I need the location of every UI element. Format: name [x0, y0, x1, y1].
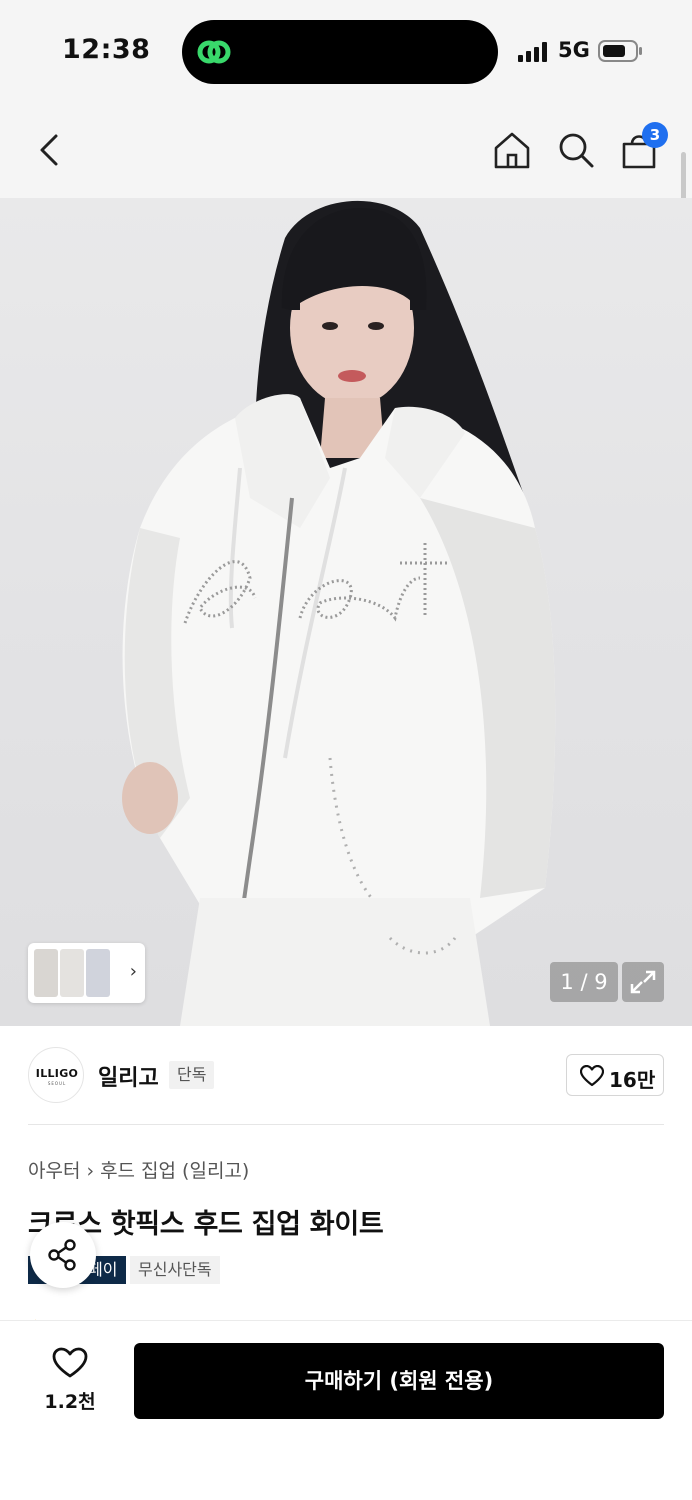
image-counter: 1 / 9 [550, 962, 618, 1002]
status-bar: 12:38 5G [0, 0, 692, 100]
musinsa-exclusive-tag: 무신사단독 [130, 1256, 220, 1284]
thumbnail-next-icon[interactable]: › [130, 961, 137, 982]
product-image-gallery[interactable]: › 1 / 9 [0, 198, 692, 1026]
heart-icon [580, 1065, 604, 1087]
thumbnail-image[interactable] [60, 949, 84, 997]
breadcrumb-item[interactable]: 아우터 [28, 1160, 80, 1182]
battery-icon [598, 40, 642, 62]
thumbnail-image[interactable] [86, 949, 110, 997]
thumbnail-image[interactable] [34, 949, 58, 997]
breadcrumb: 아우터 › 후드 집업 (일리고) [28, 1156, 249, 1183]
status-time: 12:38 [62, 34, 151, 65]
expand-icon [630, 970, 656, 994]
expand-button[interactable] [622, 962, 664, 1002]
share-button[interactable] [30, 1222, 96, 1288]
divider [28, 1124, 664, 1125]
top-nav: 3 [0, 100, 692, 198]
brand-exclusive-tag: 단독 [169, 1061, 215, 1089]
wishlist-button[interactable]: 1.2천 [30, 1343, 110, 1423]
brand-logo-subtext: SEOUL [47, 1081, 67, 1086]
brand-like-count: 16만 [609, 1068, 656, 1092]
buy-button[interactable]: 구매하기 (회원 전용) [134, 1343, 664, 1419]
share-icon [48, 1239, 76, 1271]
thumbnail-strip[interactable]: › [28, 943, 145, 1003]
product-photo [122, 200, 556, 1026]
breadcrumb-item[interactable]: 후드 집업 (일리고) [100, 1160, 249, 1182]
heart-icon [52, 1347, 88, 1378]
brand-logo-text: ILLIGO [35, 1067, 79, 1080]
home-icon[interactable] [492, 130, 532, 170]
cart-button[interactable]: 3 [620, 122, 668, 170]
wishlist-count: 1.2천 [44, 1391, 96, 1413]
bottom-purchase-bar: 1.2천 구매하기 (회원 전용) [0, 1320, 692, 1500]
search-icon[interactable] [556, 130, 596, 170]
dynamic-island [182, 20, 498, 84]
network-label: 5G [558, 38, 590, 62]
brand-logo[interactable]: ILLIGO SEOUL [28, 1047, 84, 1103]
signal-icon [518, 42, 547, 62]
back-icon[interactable] [36, 132, 62, 168]
link-icon [197, 40, 231, 64]
brand-like-button[interactable]: 16만 [566, 1054, 664, 1096]
chevron-right-icon: › [86, 1160, 95, 1182]
brand-name[interactable]: 일리고 [98, 1060, 159, 1092]
cart-count-badge: 3 [642, 122, 668, 148]
